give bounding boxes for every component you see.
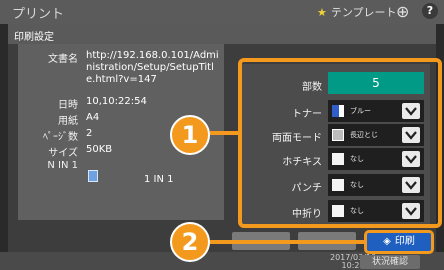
info-row-datetime: 日時 10,10:22:54 bbox=[18, 96, 224, 111]
pages-label: ﾍﾟｰｼﾞ数 bbox=[43, 132, 78, 143]
app-title: プリント bbox=[12, 7, 65, 22]
print-icon: ◈ bbox=[383, 236, 391, 247]
template-label: テンプレート bbox=[330, 6, 397, 19]
template-button[interactable]: ★ テンプレート bbox=[317, 4, 397, 20]
doc-name-value: http://192.168.0.101/Administration/Setu… bbox=[86, 50, 219, 85]
dialog-title: 印刷設定 bbox=[14, 32, 54, 43]
app-title-bar: プリント ★ テンプレート ⊕ ? bbox=[0, 0, 444, 24]
callout-one-leader bbox=[210, 131, 238, 135]
status-button[interactable]: 状況確認 bbox=[360, 255, 420, 269]
datetime-value: 10,10:22:54 bbox=[86, 96, 147, 107]
info-row-nin1: N IN 1 1 IN 1 bbox=[18, 160, 224, 200]
callout-badge-one: 1 bbox=[170, 115, 210, 155]
doc-name-label: 文書名 bbox=[48, 54, 78, 65]
nin1-value: 1 IN 1 bbox=[144, 174, 174, 185]
globe-icon[interactable]: ⊕ bbox=[396, 2, 409, 21]
print-button[interactable]: ◈ 印刷 bbox=[364, 230, 434, 254]
footer-bar: 2017/03/10 10:24 状況確認 bbox=[0, 252, 444, 270]
help-icon[interactable]: ? bbox=[422, 3, 438, 19]
settings-highlight-box bbox=[238, 58, 442, 228]
print-label: 印刷 bbox=[394, 236, 415, 247]
size-label: サイズ bbox=[48, 148, 78, 159]
paper-label: 用紙 bbox=[58, 116, 78, 127]
star-icon: ★ bbox=[317, 6, 327, 19]
callout-badge-two: 2 bbox=[170, 222, 210, 262]
datetime-label: 日時 bbox=[58, 100, 78, 111]
info-row-doc-name: 文書名 http://192.168.0.101/Administration/… bbox=[18, 48, 224, 90]
dialog-title-bar: 印刷設定 bbox=[8, 24, 436, 44]
callout-two-leader bbox=[206, 240, 366, 244]
nin1-label: N IN 1 bbox=[47, 160, 78, 171]
page-layout-icon bbox=[88, 170, 98, 182]
